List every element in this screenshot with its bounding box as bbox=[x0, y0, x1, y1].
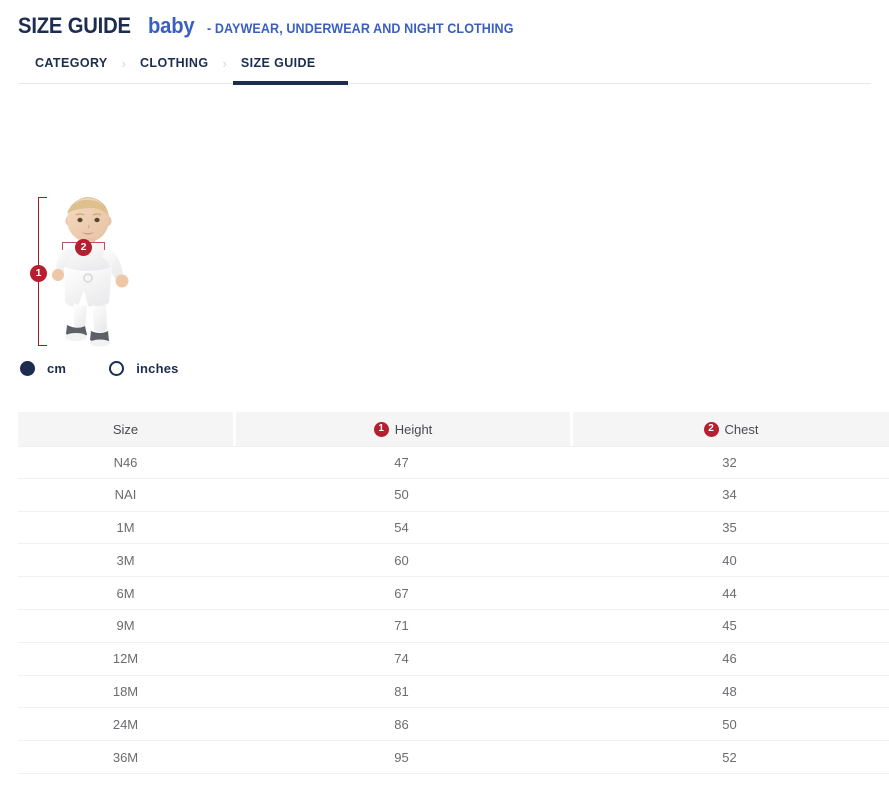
column-badge-2: 2 bbox=[704, 422, 719, 437]
size-guide-page: SIZE GUIDE baby - DAYWEAR, UNDERWEAR AND… bbox=[0, 0, 889, 791]
breadcrumb-divider bbox=[18, 83, 871, 84]
size-cell: 18M bbox=[18, 676, 233, 708]
chest-cell: 45 bbox=[570, 610, 889, 642]
table-row: NAI5034 bbox=[18, 479, 889, 512]
height-cell: 81 bbox=[233, 676, 570, 708]
table-row: 1M5435 bbox=[18, 512, 889, 545]
chevron-right-icon: › bbox=[122, 57, 126, 70]
height-cell: 60 bbox=[233, 544, 570, 576]
chevron-right-icon: › bbox=[222, 57, 226, 70]
height-cell: 86 bbox=[233, 708, 570, 740]
height-measure-cap-top bbox=[38, 197, 47, 198]
page-title-description: - DAYWEAR, UNDERWEAR AND NIGHT CLOTHING bbox=[207, 21, 514, 36]
height-measure-cap-bottom bbox=[38, 345, 47, 346]
breadcrumb-active-indicator bbox=[233, 81, 348, 85]
page-title-category: baby bbox=[148, 13, 195, 39]
breadcrumb-item-size-guide[interactable]: SIZE GUIDE bbox=[241, 56, 316, 70]
size-cell: 9M bbox=[18, 610, 233, 642]
chest-cell: 52 bbox=[570, 741, 889, 773]
size-cell: 12M bbox=[18, 643, 233, 675]
chest-cell: 50 bbox=[570, 708, 889, 740]
breadcrumb: CATEGORY › CLOTHING › SIZE GUIDE bbox=[35, 52, 316, 74]
size-cell: 1M bbox=[18, 512, 233, 544]
size-cell: 36M bbox=[18, 741, 233, 773]
chest-cell: 48 bbox=[570, 676, 889, 708]
table-row: 24M8650 bbox=[18, 708, 889, 741]
size-cell: 24M bbox=[18, 708, 233, 740]
size-cell: N46 bbox=[18, 447, 233, 478]
radio-inches[interactable] bbox=[109, 361, 124, 376]
unit-option-inches[interactable]: inches bbox=[109, 361, 178, 376]
page-title-main: SIZE GUIDE bbox=[18, 13, 131, 39]
table-row: 6M6744 bbox=[18, 577, 889, 610]
radio-cm[interactable] bbox=[20, 361, 35, 376]
unit-option-cm[interactable]: cm bbox=[20, 361, 66, 376]
chest-cell: 35 bbox=[570, 512, 889, 544]
breadcrumb-item-category[interactable]: CATEGORY bbox=[35, 56, 108, 70]
height-cell: 71 bbox=[233, 610, 570, 642]
chest-cell: 32 bbox=[570, 447, 889, 478]
table-row: 3M6040 bbox=[18, 544, 889, 577]
page-title: SIZE GUIDE baby - DAYWEAR, UNDERWEAR AND… bbox=[18, 13, 537, 39]
height-cell: 54 bbox=[233, 512, 570, 544]
marker-badge-1: 1 bbox=[30, 265, 47, 282]
height-cell: 74 bbox=[233, 643, 570, 675]
column-header-size: Size bbox=[18, 412, 233, 446]
chest-measure-cap-right bbox=[104, 242, 105, 250]
height-cell: 67 bbox=[233, 577, 570, 609]
table-row: 9M7145 bbox=[18, 610, 889, 643]
column-header-height: 1 Height bbox=[233, 412, 570, 446]
table-header-row: Size 1 Height 2 Chest bbox=[18, 412, 889, 446]
table-row: 18M8148 bbox=[18, 676, 889, 709]
height-cell: 50 bbox=[233, 479, 570, 511]
unit-selector: cm inches bbox=[20, 358, 179, 378]
height-cell: 47 bbox=[233, 447, 570, 478]
chest-measure-cap-left bbox=[62, 242, 63, 250]
chest-cell: 44 bbox=[570, 577, 889, 609]
size-cell: NAI bbox=[18, 479, 233, 511]
unit-label-inches: inches bbox=[136, 361, 178, 376]
table-row: 12M7446 bbox=[18, 643, 889, 676]
table-row: N464732 bbox=[18, 446, 889, 479]
column-header-height-label: Height bbox=[395, 422, 433, 437]
chest-cell: 34 bbox=[570, 479, 889, 511]
column-header-chest-label: Chest bbox=[725, 422, 759, 437]
size-cell: 6M bbox=[18, 577, 233, 609]
column-header-chest: 2 Chest bbox=[570, 412, 889, 446]
size-cell: 3M bbox=[18, 544, 233, 576]
breadcrumb-item-clothing[interactable]: CLOTHING bbox=[140, 56, 208, 70]
marker-badge-2: 2 bbox=[75, 239, 92, 256]
chest-cell: 46 bbox=[570, 643, 889, 675]
size-table: Size 1 Height 2 Chest N464732NAI50341M54… bbox=[18, 412, 889, 774]
chest-cell: 40 bbox=[570, 544, 889, 576]
table-row: 36M9552 bbox=[18, 741, 889, 774]
table-body: N464732NAI50341M54353M60406M67449M714512… bbox=[18, 446, 889, 774]
unit-label-cm: cm bbox=[47, 361, 66, 376]
column-badge-1: 1 bbox=[374, 422, 389, 437]
column-header-size-label: Size bbox=[113, 422, 138, 437]
height-cell: 95 bbox=[233, 741, 570, 773]
